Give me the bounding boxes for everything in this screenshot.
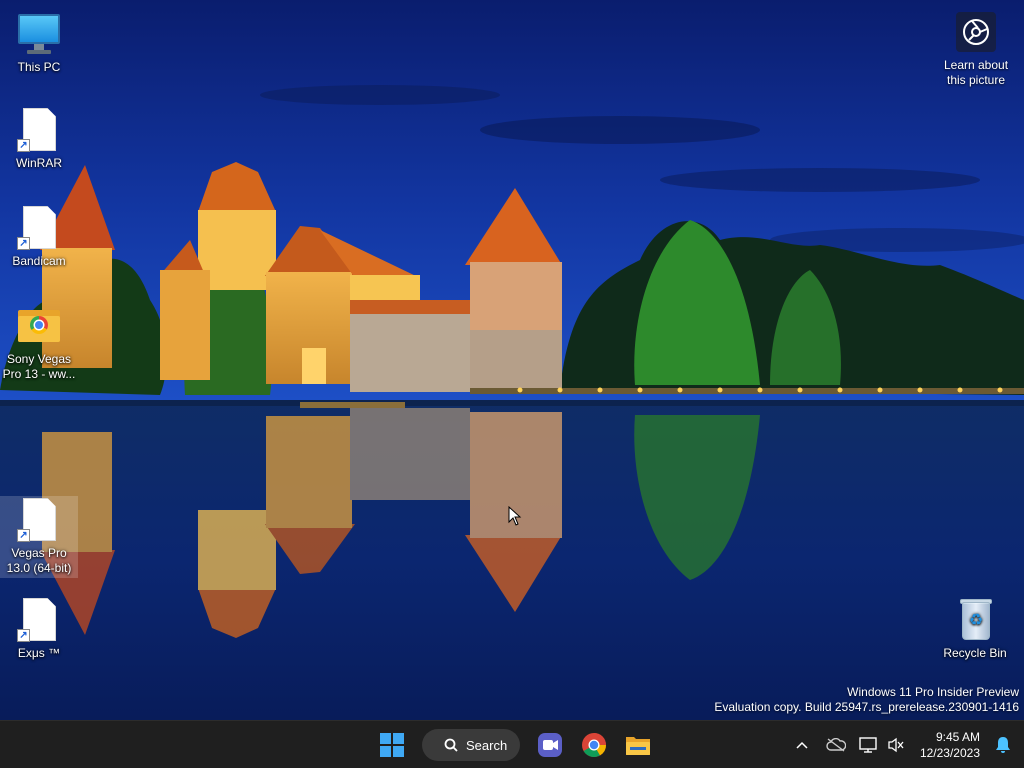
start-button[interactable] (372, 725, 412, 765)
volume-button[interactable] (882, 729, 910, 761)
onedrive-offline-icon (826, 738, 846, 752)
file-shortcut-icon: ↗ (15, 496, 63, 544)
mouse-cursor-icon (508, 506, 522, 526)
taskbar-search[interactable]: Search (422, 729, 520, 761)
taskbar: Search 9:45 AM 12/23/2023 (0, 720, 1024, 768)
file-shortcut-icon: ↗ (15, 106, 63, 154)
chevron-up-icon (796, 741, 808, 749)
network-button[interactable] (854, 729, 882, 761)
desktop-icon-label: Exμs ™ (17, 646, 61, 660)
desktop-wallpaper (0, 0, 1024, 720)
desktop-icon-label: Bandicam (12, 254, 66, 268)
desktop-icon-exus[interactable]: ↗ Exμs ™ (0, 596, 78, 661)
desktop-icon-label: This PC (17, 60, 61, 74)
this-pc-icon (15, 10, 63, 58)
search-icon (444, 738, 458, 752)
taskbar-meet-button[interactable] (530, 725, 570, 765)
network-icon (859, 737, 877, 753)
taskbar-chrome-button[interactable] (574, 725, 614, 765)
desktop-icon-this-pc[interactable]: This PC (0, 10, 78, 75)
camera-icon (956, 12, 996, 52)
desktop-icon-bandicam[interactable]: ↗ Bandicam (0, 204, 78, 269)
file-shortcut-icon: ↗ (15, 596, 63, 644)
desktop-icon-label: Vegas Pro 13.0 (64-bit) (6, 546, 72, 575)
show-hidden-icons-button[interactable] (788, 729, 816, 761)
learn-about-picture[interactable]: Learn about this picture (936, 12, 1016, 88)
notification-bell-icon (996, 737, 1010, 753)
desktop-icon-winrar[interactable]: ↗ WinRAR (0, 106, 78, 171)
notifications-button[interactable] (988, 729, 1018, 761)
watermark-line-1: Windows 11 Pro Insider Preview (847, 685, 1019, 699)
build-watermark: Windows 11 Pro Insider Preview Evaluatio… (714, 685, 1019, 715)
recycle-bin-icon: ♻ (951, 596, 999, 644)
desktop-icon-label: WinRAR (15, 156, 62, 170)
file-explorer-icon (626, 737, 650, 755)
desktop-icon-label: Sony Vegas Pro 13 - ww... (2, 352, 76, 381)
clock-time: 9:45 AM (935, 730, 980, 744)
taskbar-apps: Search (372, 725, 658, 765)
desktop-icon-sony-vegas-folder[interactable]: Sony Vegas Pro 13 - ww... (0, 302, 78, 382)
volume-muted-icon (888, 737, 904, 753)
desktop-icon-recycle-bin[interactable]: ♻ Recycle Bin (936, 596, 1014, 661)
desktop-icon-label: Recycle Bin (943, 646, 1007, 660)
chrome-folder-icon (15, 302, 63, 350)
watermark-line-2: Evaluation copy. Build 25947.rs_prerelea… (714, 700, 1019, 714)
desktop-icon-vegas-pro[interactable]: ↗ Vegas Pro 13.0 (64-bit) (0, 496, 78, 578)
chrome-icon (582, 733, 606, 758)
onedrive-button[interactable] (822, 729, 850, 761)
search-label: Search (466, 737, 508, 753)
taskbar-clock[interactable]: 9:45 AM 12/23/2023 (910, 729, 988, 761)
file-shortcut-icon: ↗ (15, 204, 63, 252)
learn-about-label: Learn about this picture (943, 58, 1009, 87)
clock-date: 12/23/2023 (919, 746, 980, 760)
meet-icon (538, 733, 562, 757)
taskbar-file-explorer-button[interactable] (618, 725, 658, 765)
start-icon (380, 733, 404, 757)
system-tray: 9:45 AM 12/23/2023 (788, 721, 1024, 768)
